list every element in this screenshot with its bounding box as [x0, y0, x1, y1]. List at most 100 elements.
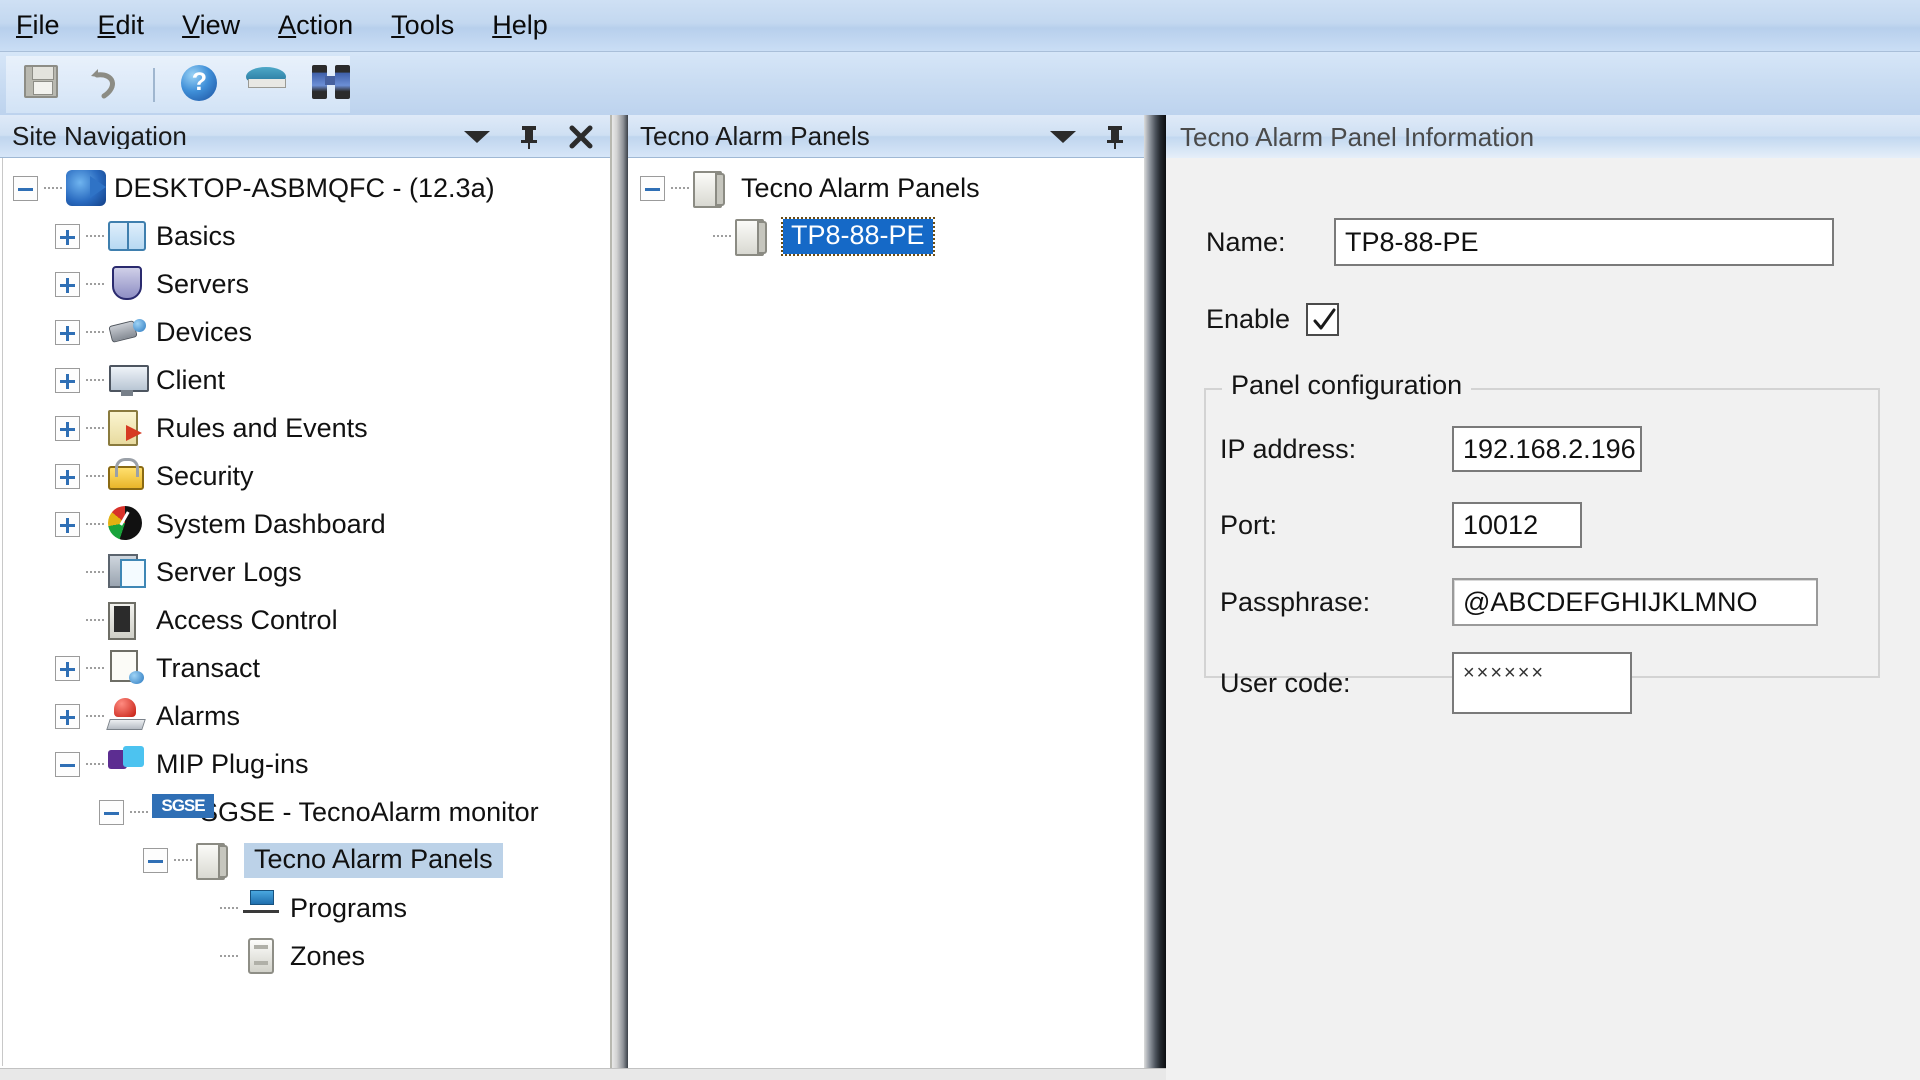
passphrase-row: Passphrase: @ABCDEFGHIJKLMNO: [1220, 578, 1818, 626]
tree-node-label[interactable]: Zones: [290, 942, 365, 970]
expand-icon[interactable]: [55, 415, 80, 441]
menu-tools[interactable]: Tools: [389, 10, 456, 41]
tree-node-label[interactable]: MIP Plug-ins: [156, 750, 309, 778]
tree-node[interactable]: System Dashboard: [3, 500, 608, 548]
panels-titlebar: Tecno Alarm Panels: [628, 115, 1144, 158]
tree-node[interactable]: Server Logs: [3, 548, 608, 596]
tree-node-label[interactable]: Alarms: [156, 702, 240, 730]
tree-node[interactable]: Rules and Events: [3, 404, 608, 452]
panels-tree[interactable]: Tecno Alarm Panels TP8-88-PE: [630, 158, 1142, 1066]
tree-node[interactable]: Alarms: [3, 692, 608, 740]
tree-connector: [86, 379, 104, 381]
tree-node-label[interactable]: Servers: [156, 270, 249, 298]
tree-node[interactable]: DESKTOP-ASBMQFC - (12.3a): [3, 164, 608, 212]
tree-node[interactable]: SGSE SGSE - TecnoAlarm monitor: [3, 788, 608, 836]
camera-icon: [108, 314, 146, 350]
right-splitter[interactable]: [1144, 115, 1166, 1080]
tree-node[interactable]: Basics: [3, 212, 608, 260]
menu-help[interactable]: Help: [490, 10, 550, 41]
tree-node-label[interactable]: Access Control: [156, 606, 338, 634]
user-code-input[interactable]: ××××××: [1452, 652, 1632, 714]
ip-address-input[interactable]: 192.168.2.196: [1452, 426, 1642, 472]
sgse-icon: SGSE: [152, 794, 214, 830]
collapse-icon[interactable]: [55, 751, 80, 777]
menu-action[interactable]: Action: [276, 10, 355, 41]
tree-node[interactable]: Tecno Alarm Panels: [630, 164, 1142, 212]
tree-node-label[interactable]: System Dashboard: [156, 510, 386, 538]
tree-node-label[interactable]: Tecno Alarm Panels: [741, 174, 980, 202]
server-globe-icon: [66, 170, 106, 206]
tree-node-label[interactable]: TP8-88-PE: [781, 216, 935, 256]
site-navigation-tree[interactable]: DESKTOP-ASBMQFC - (12.3a) Basics Servers De…: [2, 158, 608, 1066]
find-button[interactable]: [311, 64, 350, 105]
tree-node[interactable]: Devices: [3, 308, 608, 356]
tree-node-label[interactable]: SGSE - TecnoAlarm monitor: [200, 798, 539, 826]
collapse-icon[interactable]: [640, 175, 665, 201]
tree-node-label[interactable]: Client: [156, 366, 225, 394]
tree-node-label[interactable]: Security: [156, 462, 254, 490]
help-button[interactable]: ?: [181, 64, 219, 105]
tree-connector: [86, 475, 104, 477]
ip-address-label: IP address:: [1220, 433, 1357, 464]
tree-node-label[interactable]: DESKTOP-ASBMQFC - (12.3a): [114, 174, 495, 202]
enable-checkbox[interactable]: [1306, 303, 1340, 336]
tree-node-label[interactable]: Tecno Alarm Panels: [244, 842, 503, 878]
tree-node-label[interactable]: Devices: [156, 318, 252, 346]
tree-node[interactable]: TP8-88-PE: [630, 212, 1142, 260]
tree-node[interactable]: Servers: [3, 260, 608, 308]
expand-icon[interactable]: [55, 463, 80, 489]
name-input[interactable]: TP8-88-PE: [1334, 218, 1834, 266]
dashboard-icon: [108, 506, 146, 542]
tree-node-label[interactable]: Programs: [290, 894, 407, 922]
passphrase-label: Passphrase:: [1220, 586, 1371, 617]
tree-connector: [86, 763, 104, 765]
left-splitter[interactable]: [612, 115, 628, 1080]
panel-configuration-group: Panel configuration IP address: 192.168.…: [1204, 372, 1880, 714]
close-icon: [569, 125, 593, 149]
expand-icon[interactable]: [55, 271, 80, 297]
tree-node-label[interactable]: Transact: [156, 654, 260, 682]
expand-icon[interactable]: [55, 655, 80, 681]
tree-node-label[interactable]: Rules and Events: [156, 414, 368, 442]
panels-menu-button[interactable]: [1050, 123, 1076, 149]
tree-node[interactable]: Access Control: [3, 596, 608, 644]
port-input[interactable]: 10012: [1452, 502, 1582, 548]
expand-icon[interactable]: [55, 319, 80, 345]
expand-icon[interactable]: [55, 223, 80, 249]
collapse-icon[interactable]: [143, 847, 168, 873]
passphrase-input[interactable]: @ABCDEFGHIJKLMNO: [1452, 578, 1818, 626]
menu-view[interactable]: View: [180, 10, 242, 41]
logs-icon: [108, 554, 146, 590]
tree-node[interactable]: Client: [3, 356, 608, 404]
tree-node[interactable]: Transact: [3, 644, 608, 692]
save-icon: [24, 64, 58, 98]
site-navigation-panel: Site Navigation DESKTOP-ASBMQFC - (12.3a…: [0, 115, 612, 1080]
tree-node[interactable]: MIP Plug-ins: [3, 740, 608, 788]
pin-icon: [1107, 126, 1123, 149]
tree-connector: [86, 283, 104, 285]
undo-button[interactable]: [88, 65, 126, 105]
expand-icon[interactable]: [55, 511, 80, 537]
collapse-icon[interactable]: [13, 175, 38, 201]
menu-file[interactable]: File: [14, 10, 62, 41]
panels-pin-button[interactable]: [1102, 123, 1128, 149]
save-button[interactable]: [24, 64, 62, 105]
tree-node-label[interactable]: Server Logs: [156, 558, 302, 586]
tree-node[interactable]: Security: [3, 452, 608, 500]
tree-node-label[interactable]: Basics: [156, 222, 236, 250]
site-nav-close-button[interactable]: [568, 123, 594, 149]
panel-information-pane: Tecno Alarm Panel Information Name: TP8-…: [1166, 115, 1920, 1080]
collapse-icon[interactable]: [99, 799, 124, 825]
chevron-down-icon: [1050, 131, 1076, 143]
expand-icon[interactable]: [55, 367, 80, 393]
panels-title: Tecno Alarm Panels: [640, 123, 870, 149]
tree-node[interactable]: Programs: [3, 884, 608, 932]
tree-node[interactable]: Zones: [3, 932, 608, 980]
expand-icon[interactable]: [55, 703, 80, 729]
tree-node[interactable]: Tecno Alarm Panels: [3, 836, 608, 884]
site-nav-menu-button[interactable]: [464, 123, 490, 149]
tree-connector: [86, 667, 104, 669]
site-nav-pin-button[interactable]: [516, 123, 542, 149]
documentation-button[interactable]: [245, 65, 286, 105]
menu-edit[interactable]: Edit: [96, 10, 147, 41]
